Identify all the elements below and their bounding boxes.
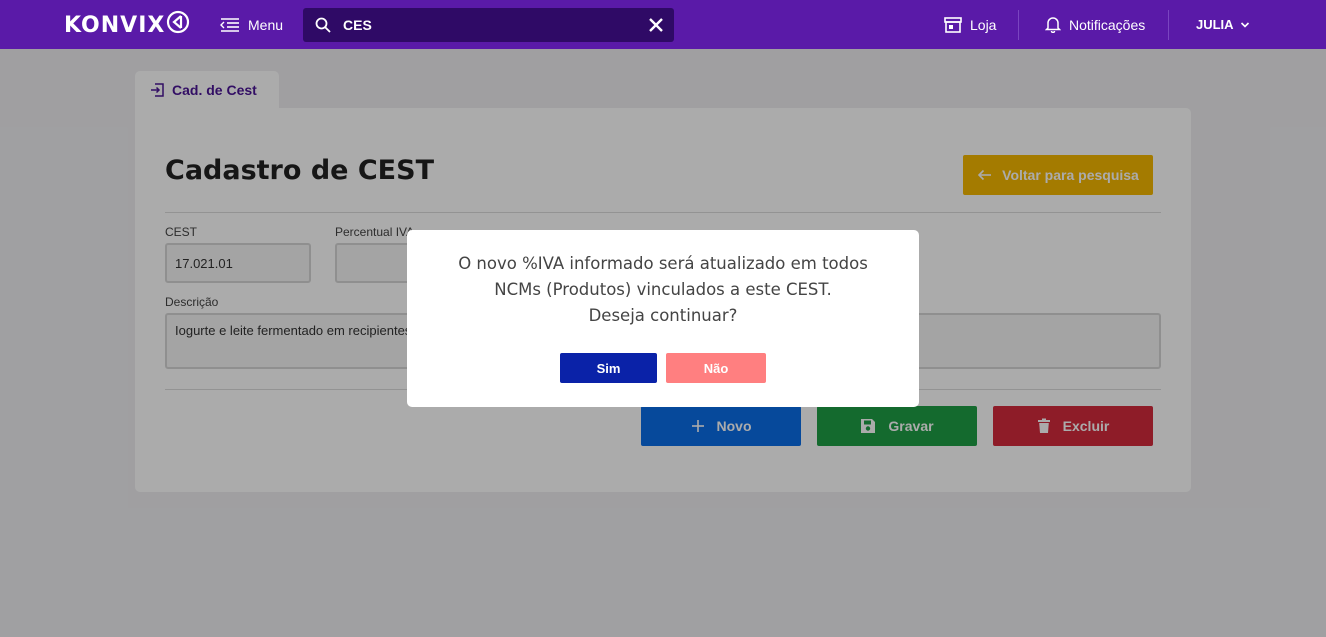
search-input[interactable]: [343, 17, 633, 33]
user-menu[interactable]: JULIA: [1196, 0, 1258, 49]
menu-button[interactable]: Menu: [220, 14, 283, 36]
dialog-line-1: O novo %IVA informado será atualizado em…: [458, 254, 868, 273]
dialog-message: O novo %IVA informado será atualizado em…: [407, 251, 919, 329]
dialog-line-2: NCMs (Produtos) vinculados a este CEST.: [494, 280, 832, 299]
logo-arrow-icon: [167, 10, 190, 34]
chevron-down-icon: [1240, 21, 1249, 28]
search-icon: [315, 17, 331, 33]
search-bar: [303, 8, 674, 42]
top-navigation-bar: KONVIX Menu CES Loja Notificações JULIA: [0, 0, 1326, 49]
logo-text: KONVIX: [64, 12, 166, 38]
dialog-line-3: Deseja continuar?: [588, 306, 738, 325]
konvix-logo[interactable]: KONVIX: [64, 10, 190, 40]
notifications-link[interactable]: Notificações: [1045, 0, 1145, 49]
bell-icon: [1045, 17, 1061, 33]
store-link[interactable]: Loja: [944, 0, 996, 49]
menu-icon: [220, 18, 239, 32]
notifications-label: Notificações: [1069, 16, 1146, 33]
confirm-no-button[interactable]: Não: [666, 353, 766, 383]
clear-search-icon[interactable]: [646, 15, 666, 35]
nav-divider: [1018, 10, 1019, 40]
user-name: JULIA: [1196, 17, 1234, 32]
store-icon: [944, 16, 962, 33]
confirm-yes-button[interactable]: Sim: [560, 353, 657, 383]
confirm-dialog: O novo %IVA informado será atualizado em…: [407, 230, 919, 407]
store-label: Loja: [970, 16, 997, 33]
nav-divider: [1168, 10, 1169, 40]
menu-label: Menu: [248, 17, 284, 33]
